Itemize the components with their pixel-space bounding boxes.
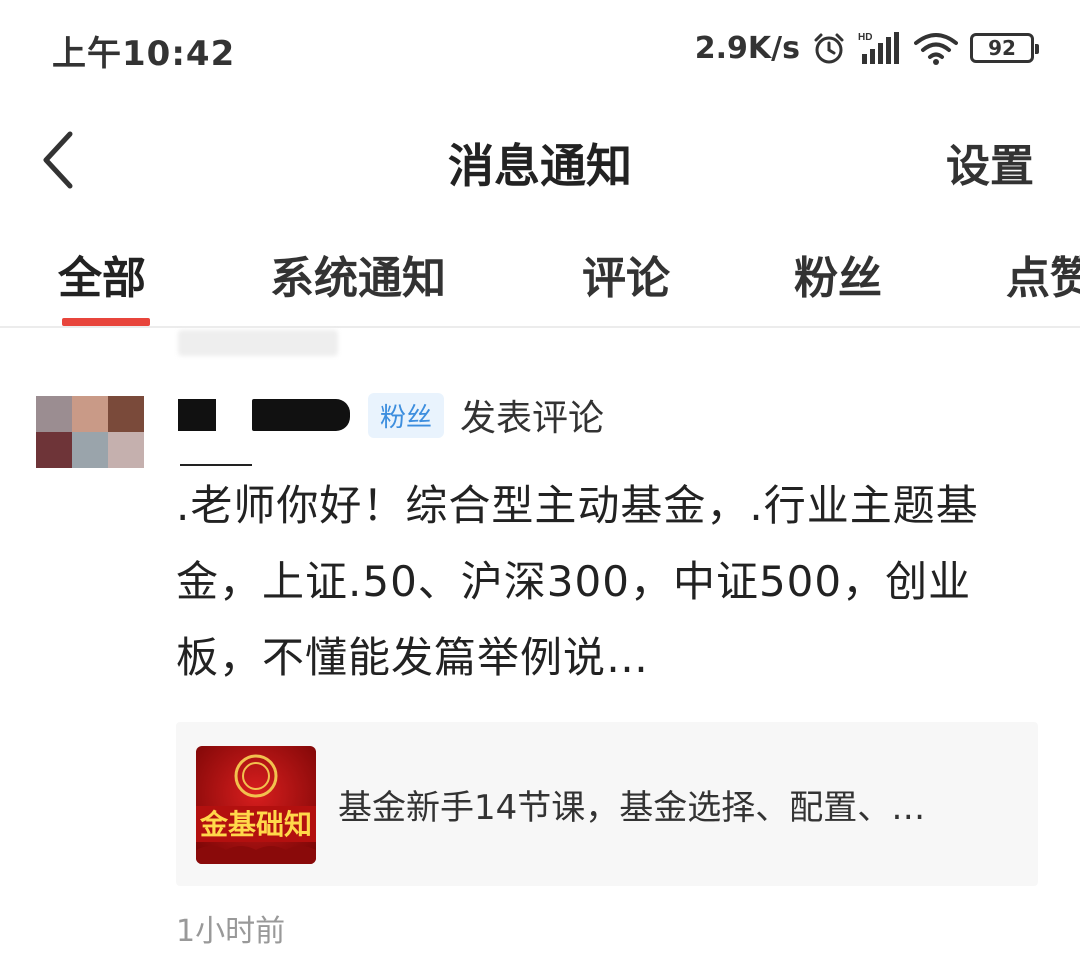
tab-all[interactable]: 全部 [58, 242, 146, 306]
tab-system-notice[interactable]: 系统通知 [270, 242, 446, 306]
tab-divider [0, 326, 1080, 328]
action-text: 发表评论 [460, 398, 605, 439]
page-title: 消息通知 [448, 139, 632, 193]
tab-bar: 全部 系统通知 评论 粉丝 点赞 [0, 228, 1080, 328]
thumbnail-text: 金基础知 [199, 808, 312, 841]
blurred-content [178, 330, 338, 356]
redaction-block [178, 399, 216, 431]
timestamp: 1小时前 [176, 914, 286, 949]
active-tab-indicator [62, 318, 150, 326]
article-title: 基金新手14节课，基金选择、配置、… [338, 788, 926, 828]
redaction-block [252, 399, 350, 431]
redaction-line [180, 464, 252, 466]
app-root: 上午10:42 2.9K/s HD 92 消息通知 设置 全部 系统通知 评论 … [0, 0, 1080, 966]
battery-icon: 92 [970, 33, 1039, 63]
username-redacted[interactable] [178, 395, 358, 435]
settings-button[interactable]: 设置 [946, 130, 1034, 194]
comment-text[interactable]: .老师你好！综合型主动基金，.行业主题基金，上证.50、沪深300，中证500，… [176, 468, 1026, 696]
header: 消息通知 设置 [0, 110, 1080, 210]
status-bar: 上午10:42 2.9K/s HD 92 [0, 0, 1080, 96]
fan-badge: 粉丝 [368, 392, 445, 438]
referenced-article-card[interactable]: 金基础知 基金新手14节课，基金选择、配置、… [176, 722, 1038, 886]
avatar[interactable] [36, 396, 144, 468]
wifi-icon [914, 31, 958, 65]
tab-fans[interactable]: 粉丝 [794, 242, 882, 306]
network-speed: 2.9K/s [694, 30, 800, 66]
battery-level: 92 [988, 36, 1016, 60]
tab-likes[interactable]: 点赞 [1006, 242, 1080, 306]
article-thumbnail: 金基础知 [196, 746, 316, 864]
previous-list-item[interactable] [178, 330, 1038, 358]
notification-meta: 粉丝 发表评论 [178, 390, 604, 440]
svg-text:HD: HD [858, 32, 872, 43]
notification-item[interactable]: 粉丝 发表评论 .老师你好！综合型主动基金，.行业主题基金，上证.50、沪深30… [0, 360, 1080, 960]
status-time: 上午10:42 [52, 34, 236, 74]
alarm-clock-icon [812, 31, 846, 65]
tab-comments[interactable]: 评论 [582, 242, 670, 306]
signal-hd-icon: HD [858, 30, 902, 66]
status-icons: 2.9K/s HD 92 [694, 26, 1039, 70]
